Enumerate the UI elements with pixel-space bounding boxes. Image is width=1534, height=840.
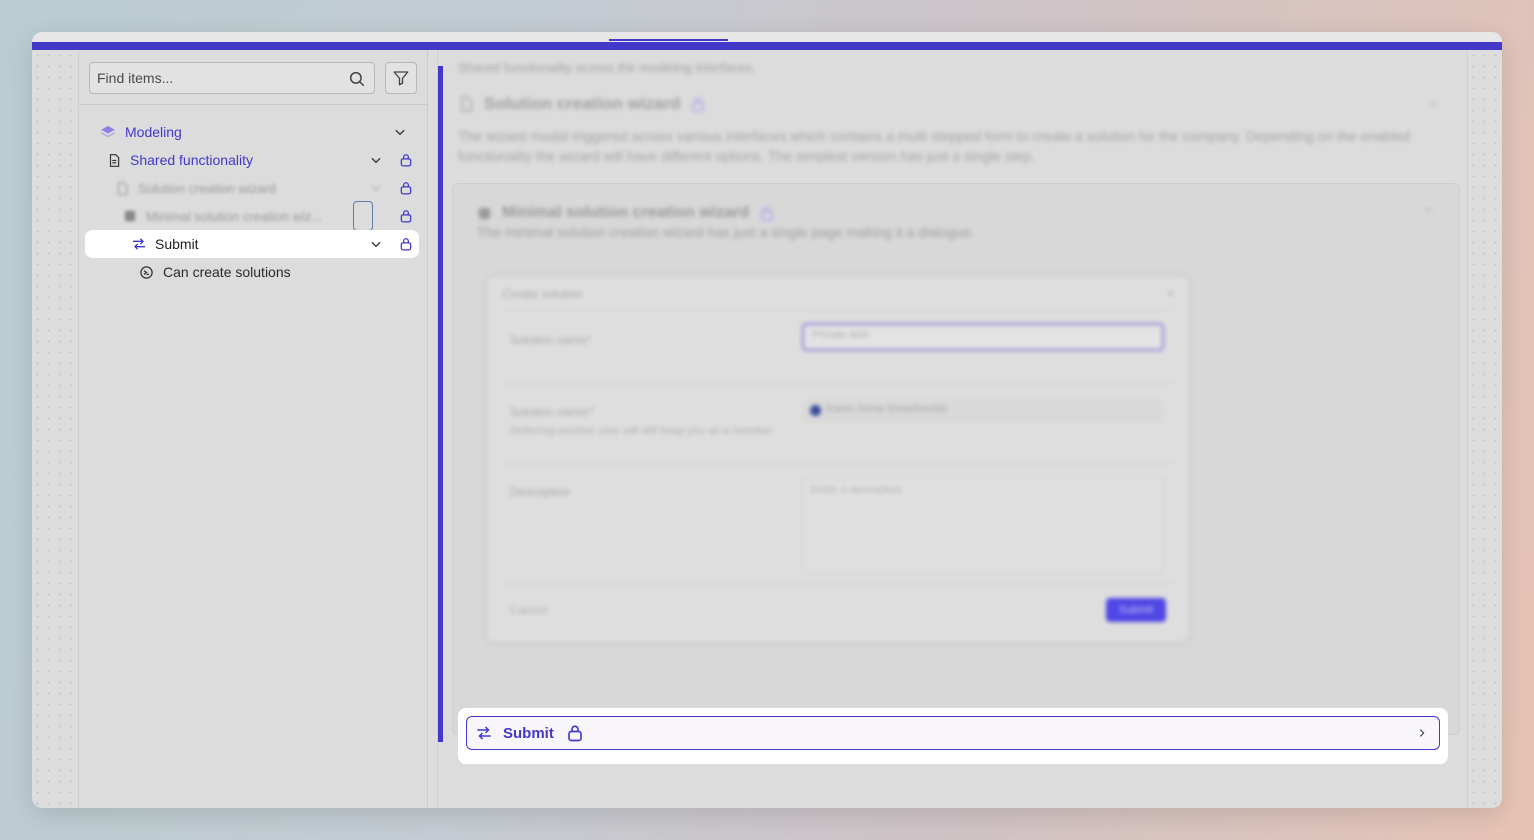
dialog-title: Create solution <box>502 287 583 301</box>
sidebar-divider <box>79 104 427 105</box>
dialog-preview: Create solution × Solution name* Private… <box>487 276 1189 642</box>
description-textarea[interactable]: Enter a description <box>802 477 1164 573</box>
collapse-icon[interactable] <box>1427 98 1439 110</box>
sidebar: Modeling Shared functionality Solution c… <box>78 50 428 808</box>
submit-highlight-panel: Submit <box>458 708 1448 764</box>
divider <box>502 583 1174 584</box>
selection-accent-line <box>438 66 443 742</box>
lock-icon[interactable] <box>399 153 413 167</box>
card-description: The minimal solution creation wizard has… <box>477 224 976 240</box>
tree-item-modeling[interactable]: Modeling <box>93 118 417 146</box>
canvas-dot-grid <box>1468 50 1502 808</box>
component-icon <box>124 210 136 222</box>
lock-icon[interactable] <box>399 181 413 195</box>
lock-icon[interactable] <box>566 724 584 742</box>
tree-item-label: Submit <box>155 236 199 252</box>
tree-item-label: Minimal solution creation wiz... <box>146 208 323 224</box>
app-window: Modeling Shared functionality Solution c… <box>32 32 1502 808</box>
main-content: Shared functionality across the modeling… <box>437 50 1468 808</box>
search-icon[interactable] <box>348 70 366 88</box>
search-box <box>89 62 375 94</box>
field-label: Solution name* <box>510 333 592 347</box>
section-description: Shared functionality across the modeling… <box>458 60 756 75</box>
tree-item-label: Shared functionality <box>130 152 253 168</box>
drag-handle[interactable] <box>353 201 373 231</box>
solution-name-input[interactable]: Private dish <box>802 323 1164 351</box>
submit-button[interactable]: Submit <box>1106 598 1166 622</box>
tree-item-shared-functionality[interactable]: Shared functionality <box>93 146 417 174</box>
active-tab-indicator <box>609 39 728 41</box>
tree-item-submit[interactable]: Submit <box>85 230 419 258</box>
tree-item-label: Modeling <box>125 124 182 140</box>
search-row <box>89 62 417 94</box>
component-card: Minimal solution creation wizard The min… <box>452 183 1460 735</box>
lock-icon[interactable] <box>759 204 775 222</box>
window-top-strip <box>32 32 1502 42</box>
tree-item-label: Can create solutions <box>163 264 291 280</box>
chevron-down-icon[interactable] <box>369 237 383 251</box>
field-label: Solution owner* <box>510 405 595 419</box>
section-title[interactable]: Solution creation wizard <box>458 94 706 114</box>
owner-select-value: Karen Anna Smartheckle <box>826 403 948 415</box>
permission-icon <box>140 265 153 279</box>
tree-item-label: Solution creation wizard <box>138 180 277 196</box>
chevron-right-icon[interactable] <box>1417 728 1427 738</box>
tree-item-content: Minimal solution creation wiz... <box>123 209 346 224</box>
collapse-icon[interactable] <box>1423 204 1435 216</box>
divider <box>502 309 1174 310</box>
lock-icon[interactable] <box>399 237 413 251</box>
layers-icon <box>100 126 116 138</box>
tree-item-content: Solution creation wizard <box>115 181 276 196</box>
field-label: Description <box>510 485 571 499</box>
chevron-down-icon[interactable] <box>393 125 407 139</box>
accent-bar <box>32 42 1502 50</box>
cancel-button[interactable]: Cancel <box>510 603 547 617</box>
divider <box>502 383 1174 384</box>
document-icon <box>461 96 472 112</box>
field-help: Deferring another user will still keep y… <box>510 425 773 437</box>
filter-icon <box>393 71 409 86</box>
filter-button[interactable] <box>385 62 417 94</box>
canvas-dot-grid <box>32 50 78 808</box>
action-arrow-icon <box>477 726 491 740</box>
section-title-text: Solution creation wizard <box>484 94 681 113</box>
chevron-down-icon[interactable] <box>369 181 383 195</box>
submit-action-label: Submit <box>503 724 554 742</box>
divider <box>502 463 1174 464</box>
component-icon <box>478 207 491 219</box>
avatar <box>810 405 821 416</box>
tree-view: Modeling Shared functionality Solution c… <box>85 118 419 286</box>
chevron-down-icon[interactable] <box>369 153 383 167</box>
owner-select[interactable]: Karen Anna Smartheckle <box>802 399 1164 423</box>
lock-icon[interactable] <box>690 95 706 113</box>
card-title-text: Minimal solution creation wizard <box>502 204 750 221</box>
document-icon <box>109 153 120 167</box>
tree-item-can-create-solutions[interactable]: Can create solutions <box>93 258 417 286</box>
action-arrow-icon <box>133 238 145 250</box>
section-description: The wizard modal triggered across variou… <box>458 128 1411 164</box>
document-icon <box>117 181 128 195</box>
tree-item-minimal-solution-creation-wizard[interactable]: Minimal solution creation wiz... <box>93 201 417 231</box>
submit-action-row[interactable]: Submit <box>466 716 1440 750</box>
close-icon[interactable]: × <box>1167 287 1174 301</box>
card-title[interactable]: Minimal solution creation wizard <box>477 204 775 222</box>
lock-icon[interactable] <box>399 209 413 223</box>
search-input[interactable] <box>90 63 374 93</box>
tree-item-solution-creation-wizard[interactable]: Solution creation wizard <box>93 174 417 202</box>
